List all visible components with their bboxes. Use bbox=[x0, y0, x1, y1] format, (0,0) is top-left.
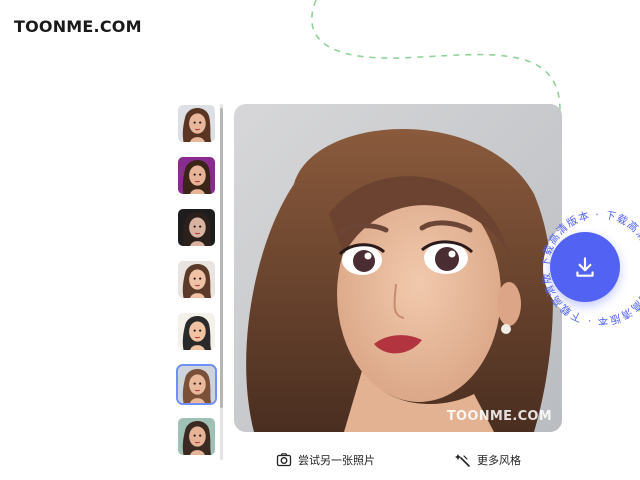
thumb-5[interactable] bbox=[178, 313, 215, 350]
thumb-6[interactable] bbox=[176, 364, 217, 405]
camera-icon bbox=[276, 453, 292, 467]
thumb-2[interactable] bbox=[178, 157, 215, 194]
thumb-7[interactable] bbox=[178, 418, 215, 455]
download-icon bbox=[576, 257, 594, 277]
toon-preview-image: TOONME.COM bbox=[234, 104, 562, 432]
thumbnail-scrollbar[interactable] bbox=[220, 108, 223, 408]
thumb-3-portrait bbox=[178, 209, 215, 246]
thumb-1[interactable] bbox=[178, 105, 215, 142]
thumb-5-portrait bbox=[178, 313, 215, 350]
thumb-6-portrait bbox=[178, 366, 215, 403]
more-styles-label: 更多风格 bbox=[477, 454, 521, 467]
preview-watermark: TOONME.COM bbox=[446, 409, 552, 424]
thumb-4[interactable] bbox=[178, 261, 215, 298]
thumb-7-portrait bbox=[178, 418, 215, 455]
thumb-1-portrait bbox=[178, 105, 215, 142]
thumb-4-portrait bbox=[178, 261, 215, 298]
download-button[interactable] bbox=[550, 232, 620, 302]
site-logo[interactable]: TOONME.COM bbox=[14, 17, 142, 36]
thumbnail-strip bbox=[176, 104, 223, 460]
thumb-2-portrait bbox=[178, 157, 215, 194]
more-styles-button[interactable]: 更多风格 bbox=[455, 452, 521, 468]
try-another-photo-button[interactable]: 尝试另一张照片 bbox=[276, 452, 375, 468]
thumb-3[interactable] bbox=[178, 209, 215, 246]
magic-wand-icon bbox=[455, 454, 470, 467]
try-another-photo-label: 尝试另一张照片 bbox=[298, 454, 375, 467]
toon-portrait bbox=[234, 104, 562, 432]
